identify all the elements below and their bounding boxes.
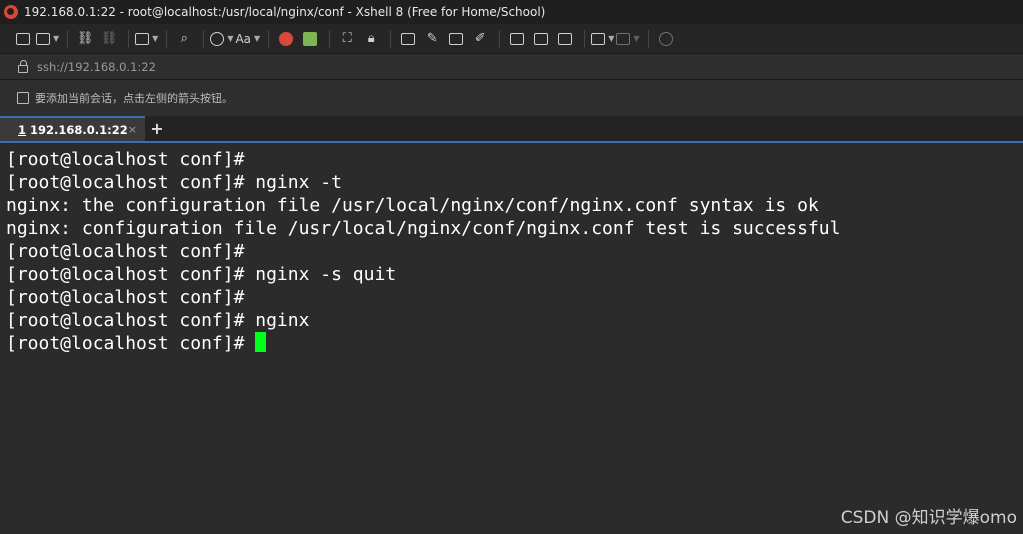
toolbar-divider (128, 29, 130, 48)
reconnect-button[interactable]: ⛓ (74, 28, 96, 50)
terminal-line: [root@localhost conf]# nginx -t (6, 172, 342, 193)
font-button[interactable]: Aa ▼ (235, 28, 260, 50)
script-button[interactable]: ✐ (469, 28, 491, 50)
lock-button[interactable]: 🔒︎ (360, 28, 382, 50)
terminal-line: [root@localhost conf]# (6, 287, 245, 308)
help-button[interactable] (655, 28, 677, 50)
compose-button[interactable] (530, 28, 552, 50)
terminal-line: [root@localhost conf]# (6, 149, 245, 170)
hint-text: 要添加当前会话，点击左侧的箭头按钮。 (35, 92, 233, 105)
keyboard-button[interactable] (397, 28, 419, 50)
tab-title: 192.168.0.1:22 (30, 122, 128, 137)
xftp-icon (303, 31, 318, 46)
add-box-icon (591, 32, 606, 45)
layout-button[interactable]: ▼ (616, 28, 640, 50)
font-icon: Aa (235, 31, 252, 46)
link-icon: ⛓ (76, 31, 94, 46)
address-input[interactable] (37, 59, 437, 74)
chevron-down-icon: ▼ (254, 34, 261, 43)
chevron-down-icon: ▼ (633, 34, 640, 43)
toolbar-divider (499, 29, 501, 48)
open-session-button[interactable]: ▼ (36, 28, 59, 50)
terminal-prompt-line: [root@localhost conf]# (6, 332, 1023, 355)
title-bar: 192.168.0.1:22 - root@localhost:/usr/loc… (0, 0, 1023, 24)
notes-icon (558, 32, 573, 45)
xftp-button[interactable] (299, 28, 321, 50)
notes-button[interactable] (554, 28, 576, 50)
tab-bar: 1 192.168.0.1:22 × + (0, 116, 1023, 143)
add-tab-group-button[interactable]: ▼ (591, 28, 614, 50)
new-session-icon (16, 32, 30, 45)
fullscreen-icon: ⛶ (342, 31, 352, 46)
help-icon (658, 31, 673, 46)
highlight-button[interactable]: ✎ (421, 28, 443, 50)
toolbar-divider (329, 29, 331, 48)
lock-icon (18, 59, 28, 73)
tab-number: 1 (18, 122, 27, 137)
terminal-line: nginx: configuration file /usr/local/ngi… (6, 218, 841, 239)
window-title: 192.168.0.1:22 - root@localhost:/usr/loc… (24, 5, 546, 19)
chevron-down-icon: ▼ (227, 34, 234, 43)
toolbar-divider (390, 29, 392, 48)
compose-icon (534, 32, 549, 45)
script-icon: ✐ (474, 31, 486, 46)
tab-session-1[interactable]: 1 192.168.0.1:22 × (0, 116, 145, 141)
folder-icon (36, 32, 50, 45)
transfer-icon (449, 32, 464, 45)
xmanager-icon (279, 31, 294, 46)
unlink-icon: ⛓ (100, 31, 118, 46)
pen-icon: ✎ (426, 31, 438, 46)
add-session-arrow-icon[interactable] (17, 92, 29, 104)
terminal-line: [root@localhost conf]# (6, 241, 245, 262)
xmanager-button[interactable] (275, 28, 297, 50)
find-button[interactable]: ⌕ (173, 28, 195, 50)
toolbar-divider (584, 29, 586, 48)
layout-icon (616, 32, 631, 45)
watermark: CSDN @知识学爆omo (840, 508, 1017, 528)
keyboard-icon (401, 32, 416, 45)
tab-label: 1 192.168.0.1:22 (18, 123, 128, 137)
encoding-button[interactable]: ▼ (210, 28, 233, 50)
globe-icon (210, 31, 225, 46)
chevron-down-icon: ▼ (53, 34, 60, 43)
terminal-line: nginx: the configuration file /usr/local… (6, 195, 819, 216)
new-session-button[interactable] (12, 28, 34, 50)
terminal[interactable]: [root@localhost conf]# [root@localhost c… (0, 143, 1023, 534)
terminal-line: [root@localhost conf]# nginx -s quit (6, 264, 397, 285)
address-bar (0, 54, 1023, 80)
terminal-cursor (255, 332, 267, 352)
toolbar-divider (647, 29, 649, 48)
toolbar-divider (166, 29, 168, 48)
toolbar-divider (268, 29, 270, 48)
start-log-button[interactable] (506, 28, 528, 50)
search-icon: ⌕ (180, 31, 188, 46)
lock-icon: 🔒︎ (367, 31, 375, 46)
toolbar-divider (203, 29, 205, 48)
new-tab-icon (135, 32, 150, 45)
session-hint-bar: 要添加当前会话，点击左侧的箭头按钮。 (0, 80, 1023, 116)
fullscreen-button[interactable]: ⛶ (336, 28, 358, 50)
new-tab-button[interactable]: ▼ (135, 28, 158, 50)
toolbar-divider (67, 29, 69, 48)
transfer-button[interactable] (445, 28, 467, 50)
close-icon[interactable]: × (128, 123, 137, 136)
log-icon (510, 32, 525, 45)
disconnect-button[interactable]: ⛓ (98, 28, 120, 50)
terminal-line: [root@localhost conf]# nginx (6, 310, 310, 331)
terminal-prompt: [root@localhost conf]# (6, 333, 256, 354)
toolbar: ▼ ⛓ ⛓ ▼ ⌕ ▼ Aa ▼ ⛶ 🔒︎ ✎ ✐ ▼ ▼ (0, 24, 1023, 54)
add-tab-button[interactable]: + (145, 116, 169, 141)
chevron-down-icon: ▼ (608, 34, 615, 43)
chevron-down-icon: ▼ (152, 34, 159, 43)
xshell-logo-icon (4, 5, 18, 19)
